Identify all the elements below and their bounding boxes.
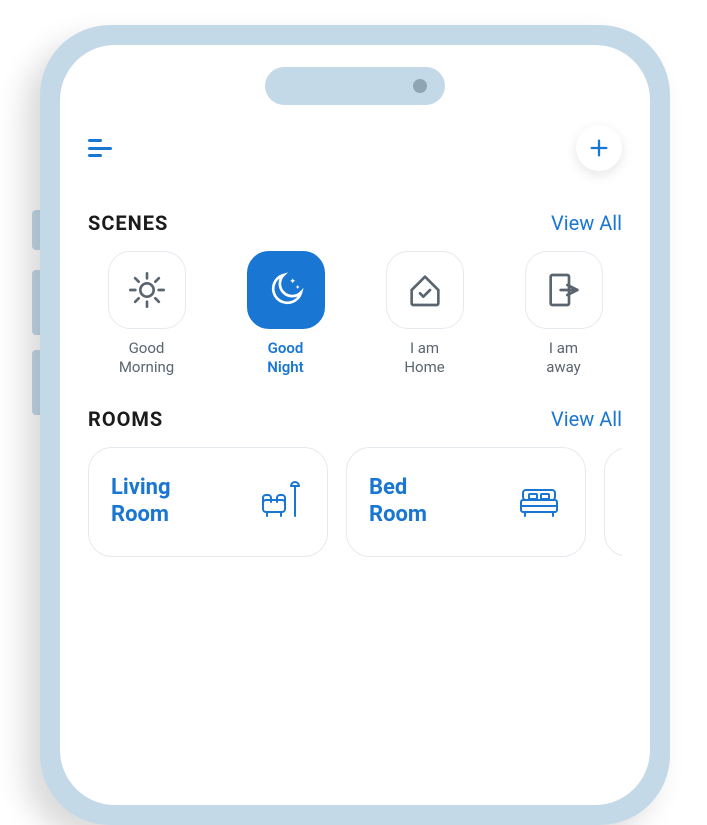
home-icon: [405, 270, 445, 310]
camera-dot: [413, 79, 427, 93]
scenes-title: SCENES: [88, 211, 168, 235]
scene-i-am-home[interactable]: I am Home: [366, 251, 483, 377]
add-button[interactable]: [576, 125, 622, 171]
scene-label: I am Home: [404, 339, 444, 377]
menu-button[interactable]: [88, 139, 112, 157]
menu-icon: [88, 139, 102, 142]
rooms-title: ROOMS: [88, 407, 163, 431]
plus-icon: [588, 137, 610, 159]
scene-i-am-away[interactable]: I am away: [505, 251, 622, 377]
scenes-header: SCENES View All: [88, 211, 622, 235]
sofa-icon: [257, 476, 305, 528]
top-bar: [88, 125, 622, 171]
room-living-room[interactable]: Living Room: [88, 447, 328, 557]
scene-icon-box: [386, 251, 464, 329]
scenes-row: Good Morning Good Night: [88, 251, 622, 377]
scene-label: Good Night: [267, 339, 303, 377]
scene-good-morning[interactable]: Good Morning: [88, 251, 205, 377]
room-label: Bed Room: [369, 475, 427, 528]
rooms-view-all[interactable]: View All: [551, 407, 622, 431]
rooms-header: ROOMS View All: [88, 407, 622, 431]
moon-icon: [266, 270, 306, 310]
scene-icon-box: [247, 251, 325, 329]
phone-frame: SCENES View All Good Morning: [40, 25, 670, 825]
phone-side-button: [32, 270, 40, 335]
scene-icon-box: [108, 251, 186, 329]
scene-good-night[interactable]: Good Night: [227, 251, 344, 377]
phone-screen: SCENES View All Good Morning: [60, 45, 650, 805]
scenes-view-all[interactable]: View All: [551, 211, 622, 235]
room-dining-room[interactable]: Dining Room: [604, 447, 622, 557]
phone-side-button: [32, 350, 40, 415]
phone-side-button: [32, 210, 40, 250]
bed-icon: [515, 476, 563, 528]
away-icon: [544, 270, 584, 310]
notch: [265, 67, 445, 105]
room-bed-room[interactable]: Bed Room: [346, 447, 586, 557]
rooms-row: Living Room Bed Room: [88, 447, 622, 557]
scene-label: I am away: [546, 339, 581, 377]
sun-icon: [127, 270, 167, 310]
scene-label: Good Morning: [119, 339, 174, 377]
room-label: Living Room: [111, 475, 171, 528]
scene-icon-box: [525, 251, 603, 329]
